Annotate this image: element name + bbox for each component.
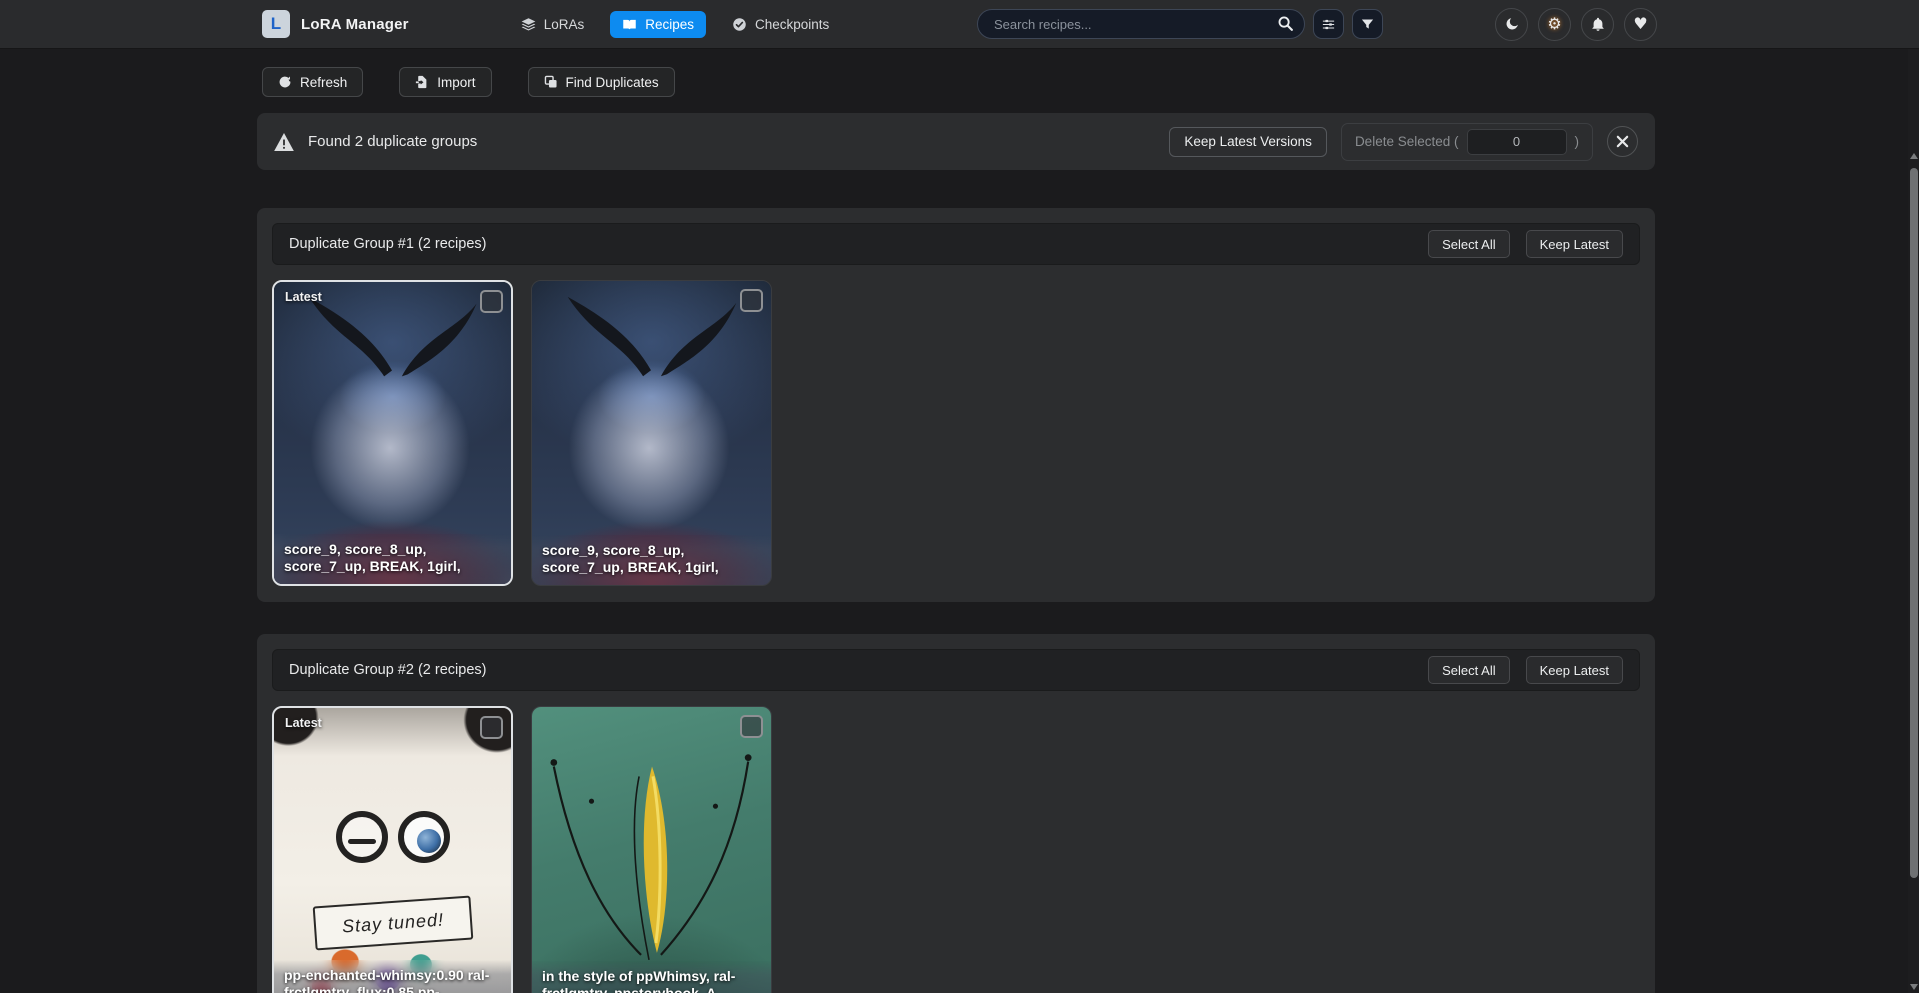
scrollbar-track[interactable] xyxy=(1908,49,1919,993)
close-alert-button[interactable] xyxy=(1607,126,1638,157)
alert-actions: Keep Latest Versions Delete Selected ( ) xyxy=(1169,123,1638,161)
navbar: L LoRA Manager LoRAs Recipes Checkpoints xyxy=(0,0,1919,49)
duplicate-group-1: Duplicate Group #1 (2 recipes) Select Al… xyxy=(257,208,1655,602)
filter-funnel-icon xyxy=(1360,17,1375,32)
app-window: L LoRA Manager LoRAs Recipes Checkpoints xyxy=(0,0,1919,993)
cat-glasses-artwork xyxy=(336,811,450,863)
search-icon[interactable] xyxy=(1277,15,1294,32)
app-logo-icon: L xyxy=(262,10,290,38)
alert-message: Found 2 duplicate groups xyxy=(308,133,477,150)
latest-badge: Latest xyxy=(285,716,322,730)
main-nav: LoRAs Recipes Checkpoints xyxy=(509,11,842,38)
group-1-select-all-button[interactable]: Select All xyxy=(1428,230,1509,258)
nav-tab-recipes[interactable]: Recipes xyxy=(610,11,706,38)
toolbar: Refresh Import Find Duplicates xyxy=(262,67,675,97)
group-2-select-all-button[interactable]: Select All xyxy=(1428,656,1509,684)
delete-selected-control[interactable]: Delete Selected ( ) xyxy=(1341,123,1593,161)
group-1-header: Duplicate Group #1 (2 recipes) Select Al… xyxy=(272,223,1640,265)
sort-options-button[interactable] xyxy=(1313,9,1344,39)
check-circle-icon xyxy=(732,17,747,32)
group-2-cards: Stay tuned! Latest pp-enchanted-whimsy:0… xyxy=(272,706,1640,993)
recipe-checkbox[interactable] xyxy=(480,716,503,739)
refresh-label: Refresh xyxy=(300,75,347,90)
recipe-caption: in the style of ppWhimsy, ral-frctlgmtry… xyxy=(532,961,771,993)
recipe-checkbox[interactable] xyxy=(480,290,503,313)
group-2-header: Duplicate Group #2 (2 recipes) Select Al… xyxy=(272,649,1640,691)
nav-tab-checkpoints-label: Checkpoints xyxy=(755,17,829,32)
latest-badge: Latest xyxy=(285,290,322,304)
search-input[interactable] xyxy=(977,9,1305,39)
heart-icon: ♥ xyxy=(1633,16,1647,32)
group-1-actions: Select All Keep Latest xyxy=(1428,230,1623,258)
bell-icon xyxy=(1590,16,1606,32)
group-2-keep-latest-button[interactable]: Keep Latest xyxy=(1526,656,1623,684)
alert-message-area: Found 2 duplicate groups xyxy=(274,133,477,151)
nav-tab-checkpoints[interactable]: Checkpoints xyxy=(720,11,841,38)
recipe-card[interactable]: Latest score_9, score_8_up, score_7_up, … xyxy=(272,280,513,586)
book-icon xyxy=(622,17,637,32)
navbar-actions: ⚙ ♥ xyxy=(1495,8,1657,41)
duplicates-icon xyxy=(544,75,558,89)
find-duplicates-button[interactable]: Find Duplicates xyxy=(528,67,675,97)
brand: L LoRA Manager xyxy=(262,10,409,38)
gear-icon: ⚙ xyxy=(1547,16,1561,32)
layers-icon xyxy=(521,17,536,32)
recipe-image-whimsical-cat: Stay tuned! xyxy=(274,708,511,993)
refresh-icon xyxy=(278,75,292,89)
theme-toggle-button[interactable] xyxy=(1495,8,1528,41)
selected-count-input[interactable] xyxy=(1467,129,1567,155)
duplicate-group-2: Duplicate Group #2 (2 recipes) Select Al… xyxy=(257,634,1655,993)
recipe-card[interactable]: Stay tuned! Latest pp-enchanted-whimsy:0… xyxy=(272,706,513,993)
recipe-image-yellow-feather xyxy=(532,707,771,993)
delete-selected-prefix: Delete Selected ( xyxy=(1355,134,1459,149)
sliders-icon xyxy=(1321,17,1336,32)
file-import-icon xyxy=(415,75,429,89)
group-2-actions: Select All Keep Latest xyxy=(1428,656,1623,684)
nav-tab-loras-label: LoRAs xyxy=(544,17,585,32)
nav-tab-recipes-label: Recipes xyxy=(645,17,694,32)
scrollbar-thumb[interactable] xyxy=(1910,168,1918,878)
recipe-checkbox[interactable] xyxy=(740,289,763,312)
filter-button[interactable] xyxy=(1352,9,1383,39)
group-1-title: Duplicate Group #1 (2 recipes) xyxy=(289,236,486,252)
recipe-caption: score_9, score_8_up, score_7_up, BREAK, … xyxy=(274,534,511,584)
find-duplicates-label: Find Duplicates xyxy=(566,75,659,90)
recipe-caption: pp-enchanted-whimsy:0.90 ral-frctlgmtry_… xyxy=(274,960,511,993)
app-title: LoRA Manager xyxy=(301,16,409,33)
recipe-checkbox[interactable] xyxy=(740,715,763,738)
recipe-card[interactable]: in the style of ppWhimsy, ral-frctlgmtry… xyxy=(531,706,772,993)
delete-selected-suffix: ) xyxy=(1575,134,1580,149)
close-icon xyxy=(1616,135,1629,148)
recipe-card[interactable]: score_9, score_8_up, score_7_up, BREAK, … xyxy=(531,280,772,586)
group-1-cards: Latest score_9, score_8_up, score_7_up, … xyxy=(272,280,1640,586)
import-button[interactable]: Import xyxy=(399,67,491,97)
feather-branches-artwork xyxy=(532,707,771,993)
nav-tab-loras[interactable]: LoRAs xyxy=(509,11,597,38)
duplicates-alert-banner: Found 2 duplicate groups Keep Latest Ver… xyxy=(257,113,1655,170)
moon-icon xyxy=(1504,16,1520,32)
group-2-title: Duplicate Group #2 (2 recipes) xyxy=(289,662,486,678)
support-button[interactable]: ♥ xyxy=(1624,8,1657,41)
stay-tuned-sign: Stay tuned! xyxy=(312,896,473,951)
recipe-caption: score_9, score_8_up, score_7_up, BREAK, … xyxy=(532,535,771,585)
refresh-button[interactable]: Refresh xyxy=(262,67,363,97)
notifications-button[interactable] xyxy=(1581,8,1614,41)
keep-latest-versions-button[interactable]: Keep Latest Versions xyxy=(1169,127,1327,157)
warning-icon xyxy=(274,133,294,151)
scrollbar-up-arrow[interactable] xyxy=(1910,153,1918,159)
scrollbar-down-arrow[interactable] xyxy=(1910,984,1918,990)
group-1-keep-latest-button[interactable]: Keep Latest xyxy=(1526,230,1623,258)
search xyxy=(977,9,1305,39)
settings-button[interactable]: ⚙ xyxy=(1538,8,1571,41)
import-label: Import xyxy=(437,75,475,90)
